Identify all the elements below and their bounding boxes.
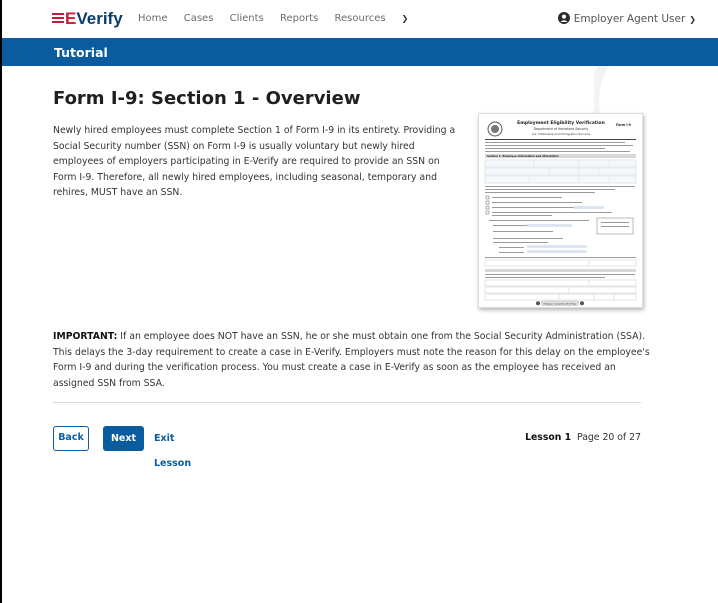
- nav-link-home[interactable]: Home: [138, 13, 168, 24]
- form-section1-label: Section 1. Employee Information and Atte…: [487, 154, 559, 158]
- nav-link-clients[interactable]: Clients: [230, 13, 264, 24]
- next-button[interactable]: Next: [103, 426, 144, 451]
- nav-link-resources[interactable]: Resources ❯: [335, 13, 422, 24]
- important-paragraph: IMPORTANT: If an employee does NOT have …: [53, 329, 658, 391]
- everify-logo[interactable]: EVerify: [52, 9, 123, 29]
- chevron-down-icon: ❯: [401, 14, 409, 23]
- logo-suffix: Verify: [76, 9, 123, 28]
- tutorial-banner: Tutorial: [0, 38, 718, 66]
- nav-links: Home Cases Clients Reports Resources ❯: [138, 13, 434, 24]
- nav-link-cases[interactable]: Cases: [184, 13, 214, 24]
- user-label: Employer Agent User: [573, 13, 686, 25]
- window-left-edge: [0, 0, 2, 603]
- nav-link-reports[interactable]: Reports: [280, 13, 318, 24]
- lesson-progress: Lesson 1 Page 20 of 27: [525, 432, 641, 443]
- banner-title: Tutorial: [54, 45, 108, 60]
- form-number: Form I-9: [616, 123, 632, 127]
- form-agency: U.S. Citizenship and Immigration Service…: [532, 132, 591, 136]
- back-button[interactable]: Back: [53, 426, 89, 451]
- logo-prefix: E: [65, 9, 77, 28]
- page-title: Form I-9: Section 1 - Overview: [53, 88, 361, 109]
- exit-lesson-link[interactable]: Exit Lesson: [154, 426, 214, 469]
- flag-icon: [52, 13, 64, 25]
- lesson-label: Lesson 1: [525, 432, 572, 443]
- form-title: Employment Eligibility Verification: [517, 120, 605, 126]
- user-avatar-icon: [557, 12, 570, 24]
- important-label: IMPORTANT:: [53, 331, 118, 342]
- user-menu[interactable]: Employer Agent User ❯: [557, 12, 696, 25]
- form-dept: Department of Homeland Security: [534, 127, 589, 131]
- intro-paragraph: Newly hired employees must complete Sect…: [53, 125, 456, 198]
- top-navigation: EVerify Home Cases Clients Reports Resou…: [0, 0, 718, 39]
- page-counter: Page 20 of 27: [577, 432, 641, 443]
- section-divider: [53, 402, 641, 403]
- nav-link-resources-label: Resources: [334, 13, 386, 24]
- chevron-down-icon: ❯: [689, 15, 696, 24]
- important-text: If an employee does NOT have an SSN, he …: [53, 331, 650, 389]
- form-i9-image: Employment Eligibility Verification Depa…: [478, 113, 643, 308]
- form-footer-button: Employer Completes Next Page: [544, 302, 578, 305]
